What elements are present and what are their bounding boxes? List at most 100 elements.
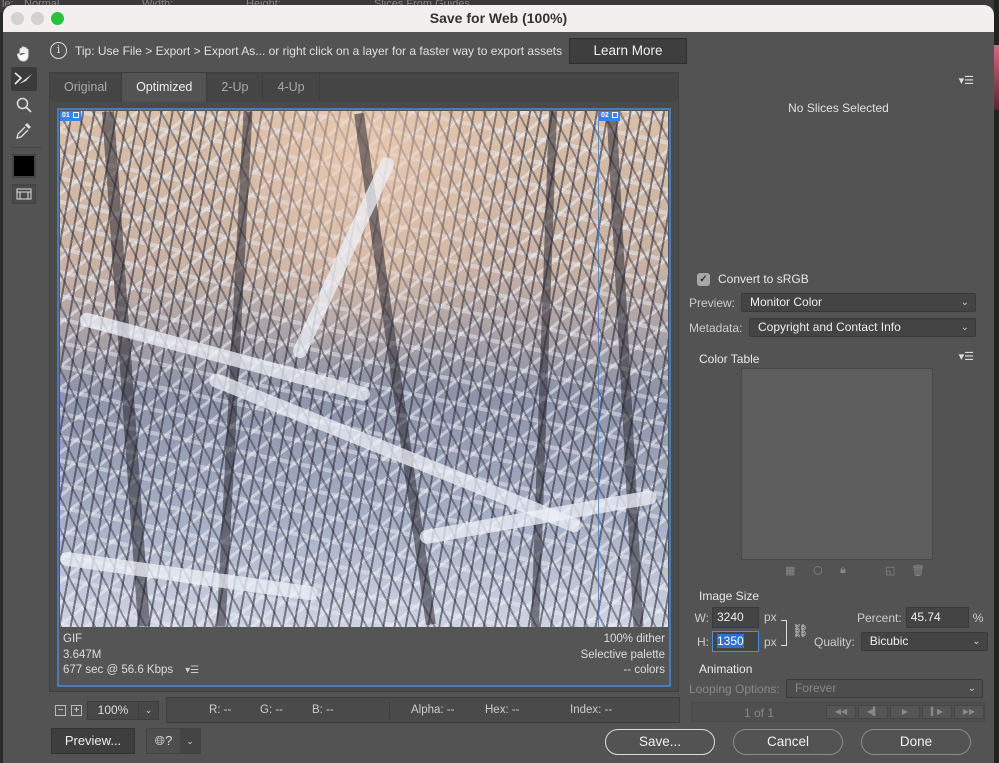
play-button[interactable]: ▶ xyxy=(890,705,920,719)
no-slices-selected-label: No Slices Selected xyxy=(788,101,889,115)
trash-icon[interactable]: 🗑︎ xyxy=(911,564,925,577)
cancel-button[interactable]: Cancel xyxy=(733,729,843,755)
window-title: Save for Web (100%) xyxy=(429,10,568,26)
metadata-select[interactable]: Copyright and Contact Info ⌄ xyxy=(749,318,976,337)
web-snap-icon[interactable]: ▦ xyxy=(785,564,795,577)
zoom-tool[interactable] xyxy=(11,93,37,117)
readout-divider xyxy=(389,702,390,719)
chevron-down-icon: ⌄ xyxy=(180,729,200,753)
first-frame-button[interactable]: ◀◀ xyxy=(826,705,856,719)
eyedropper-color-swatch[interactable] xyxy=(12,154,36,178)
slice-01-tag[interactable]: 01 xyxy=(60,111,81,121)
width-row: W: 3240 xyxy=(689,607,759,628)
chevron-down-icon: ⌄ xyxy=(960,322,969,333)
toggle-slices-visibility-button[interactable] xyxy=(12,184,36,204)
height-input[interactable]: 1350 xyxy=(712,631,759,652)
slice-02-tag[interactable]: 02 xyxy=(599,111,620,121)
looping-select[interactable]: Forever ⌄ xyxy=(786,679,983,698)
zoom-out-button[interactable]: − xyxy=(55,705,66,716)
title-bar: Save for Web (100%) xyxy=(3,5,994,32)
save-button[interactable]: Save... xyxy=(605,729,715,755)
last-frame-button[interactable]: ▶▶ xyxy=(954,705,984,719)
tab-original[interactable]: Original xyxy=(50,73,123,102)
slice-type-icon xyxy=(611,112,618,119)
eyedropper-icon xyxy=(16,123,31,139)
preview-area: Original Optimized 2-Up 4-Up 01 02 GIF 3… xyxy=(49,72,679,692)
hand-tool[interactable] xyxy=(11,41,37,65)
readout-b: B: -- xyxy=(312,704,334,716)
chevron-down-icon: ⌄ xyxy=(138,702,158,719)
image-trunk xyxy=(606,111,644,627)
slice-boundary xyxy=(598,111,599,627)
metadata-row: Metadata: Copyright and Contact Info ⌄ xyxy=(689,318,976,337)
color-readout: R: -- G: -- B: -- Alpha: -- Hex: -- Inde… xyxy=(166,697,680,723)
info-icon: i xyxy=(50,42,67,59)
readout-index: Index: -- xyxy=(570,704,613,716)
optimize-menu-icon[interactable]: ▾☰ xyxy=(959,74,974,87)
quality-select[interactable]: Bicubic ⌄ xyxy=(860,632,988,651)
height-label: H: xyxy=(697,634,709,649)
optimized-preview[interactable]: 01 02 GIF 3.647M 677 sec @ 56.6 Kbps ▾☰ 1… xyxy=(57,108,671,687)
tab-bar-fill xyxy=(313,73,678,102)
chevron-down-icon: ⌄ xyxy=(972,636,981,647)
preview-in-browser-button[interactable]: Preview... xyxy=(51,728,135,754)
width-input[interactable]: 3240 xyxy=(712,607,759,628)
height-unit: px xyxy=(764,635,777,649)
looping-row: Looping Options: Forever ⌄ xyxy=(689,679,983,698)
link-proportions-icon[interactable]: ⛓ xyxy=(792,623,809,639)
tab-4-up[interactable]: 4-Up xyxy=(263,73,320,102)
file-size: 3.647M xyxy=(63,648,102,661)
quality-label: Quality: xyxy=(814,634,855,649)
image-trunk xyxy=(530,111,558,627)
settings-panel: ▾☰ No Slices Selected ✓ Convert to sRGB … xyxy=(689,72,988,722)
height-row: H: 1350 xyxy=(689,631,759,652)
colors-info: -- colors xyxy=(623,664,665,676)
quality-row: Quality: Bicubic ⌄ xyxy=(814,632,988,651)
save-for-web-dialog: Save for Web (100%) i Tip: Use File > Ex… xyxy=(3,5,994,763)
shift-to-web-icon[interactable]: ⬡ xyxy=(813,564,823,577)
previous-frame-button[interactable]: ◀▍ xyxy=(858,705,888,719)
done-button[interactable]: Done xyxy=(861,729,971,755)
learn-more-button[interactable]: Learn More xyxy=(569,38,687,64)
percent-label: Percent: xyxy=(857,610,902,625)
background-swatch xyxy=(994,45,999,110)
slice-id: 01 xyxy=(62,112,70,119)
magnifier-icon xyxy=(16,97,32,113)
metadata-value: Copyright and Contact Info xyxy=(758,320,901,334)
convert-srgb-row[interactable]: ✓ Convert to sRGB xyxy=(697,272,809,286)
zoom-in-button[interactable]: + xyxy=(71,705,82,716)
toolbox-divider xyxy=(11,147,41,148)
download-time: 677 sec @ 56.6 Kbps xyxy=(63,664,174,676)
readout-hex: Hex: -- xyxy=(485,704,520,716)
zoom-level-select[interactable]: 100% ⌄ xyxy=(87,701,159,720)
image-size-title: Image Size xyxy=(699,589,760,603)
preview-value: Monitor Color xyxy=(750,295,823,309)
tab-2-up[interactable]: 2-Up xyxy=(207,73,264,102)
constrain-bracket xyxy=(781,620,787,646)
next-frame-button[interactable]: ▍▶ xyxy=(922,705,952,719)
readout-g: G: -- xyxy=(260,704,283,716)
download-speed-menu-icon[interactable]: ▾☰ xyxy=(185,663,199,679)
slices-visibility-icon xyxy=(16,188,32,200)
preview-info: GIF 3.647M 677 sec @ 56.6 Kbps ▾☰ 100% di… xyxy=(63,630,665,684)
zoom-level-value: 100% xyxy=(97,703,129,717)
select-browser-button[interactable]: 🌐︎? ⌄ xyxy=(146,728,201,754)
slice-select-tool[interactable] xyxy=(11,67,37,91)
tab-optimized[interactable]: Optimized xyxy=(122,73,208,102)
metadata-label: Metadata: xyxy=(689,320,743,335)
percent-input[interactable]: 45.74 xyxy=(905,607,969,628)
height-value-selected: 1350 xyxy=(717,634,744,648)
preview-image[interactable]: 01 02 xyxy=(60,111,668,627)
preview-select[interactable]: Monitor Color ⌄ xyxy=(741,293,976,312)
tip-bar: i Tip: Use File > Export > Export As... … xyxy=(3,32,994,70)
eyedropper-tool[interactable] xyxy=(11,119,37,143)
percent-row: Percent: 45.74 % xyxy=(857,607,983,628)
lock-color-icon[interactable]: 🔒︎ xyxy=(840,564,846,577)
convert-srgb-checkbox[interactable]: ✓ xyxy=(697,272,710,286)
percent-unit: % xyxy=(972,610,984,625)
hand-icon xyxy=(17,46,29,62)
new-color-icon[interactable]: ◱ xyxy=(885,564,895,577)
color-table[interactable] xyxy=(741,368,933,560)
color-table-title: Color Table xyxy=(699,352,760,366)
color-table-menu-icon[interactable]: ▾☰ xyxy=(959,350,974,363)
